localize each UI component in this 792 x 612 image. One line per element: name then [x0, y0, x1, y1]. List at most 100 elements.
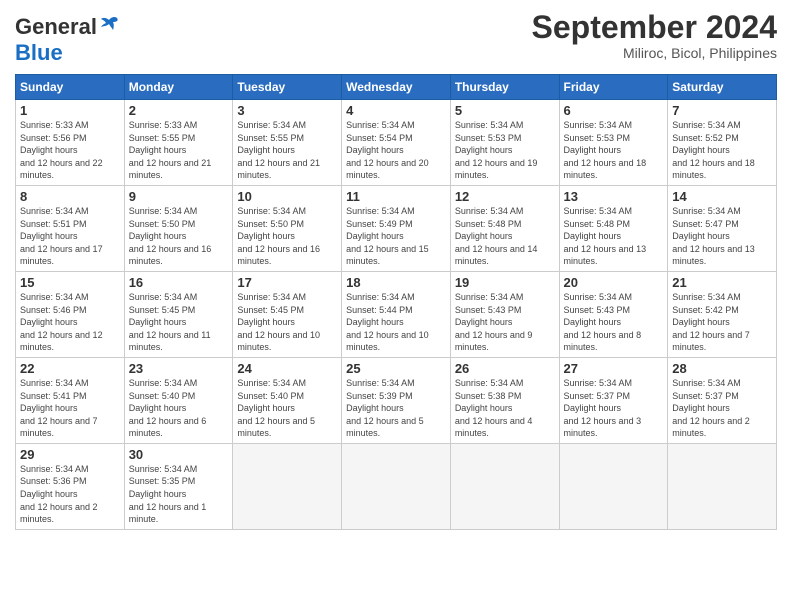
- day-info: Sunrise: 5:34 AMSunset: 5:45 PMDaylight …: [129, 291, 229, 354]
- table-cell: 15Sunrise: 5:34 AMSunset: 5:46 PMDayligh…: [16, 271, 125, 357]
- col-friday: Friday: [559, 75, 668, 100]
- table-cell: 19Sunrise: 5:34 AMSunset: 5:43 PMDayligh…: [450, 271, 559, 357]
- day-info: Sunrise: 5:34 AMSunset: 5:38 PMDaylight …: [455, 377, 555, 440]
- day-number: 30: [129, 447, 229, 462]
- col-tuesday: Tuesday: [233, 75, 342, 100]
- header-row: Sunday Monday Tuesday Wednesday Thursday…: [16, 75, 777, 100]
- table-cell: 27Sunrise: 5:34 AMSunset: 5:37 PMDayligh…: [559, 357, 668, 443]
- table-cell: 6Sunrise: 5:34 AMSunset: 5:53 PMDaylight…: [559, 100, 668, 186]
- logo-blue: Blue: [15, 40, 63, 66]
- col-saturday: Saturday: [668, 75, 777, 100]
- table-cell: 20Sunrise: 5:34 AMSunset: 5:43 PMDayligh…: [559, 271, 668, 357]
- month-title: September 2024: [532, 10, 777, 45]
- day-number: 4: [346, 103, 446, 118]
- day-number: 25: [346, 361, 446, 376]
- day-info: Sunrise: 5:34 AMSunset: 5:53 PMDaylight …: [564, 119, 664, 182]
- table-cell: 28Sunrise: 5:34 AMSunset: 5:37 PMDayligh…: [668, 357, 777, 443]
- day-number: 27: [564, 361, 664, 376]
- table-cell: 18Sunrise: 5:34 AMSunset: 5:44 PMDayligh…: [342, 271, 451, 357]
- day-number: 28: [672, 361, 772, 376]
- day-number: 6: [564, 103, 664, 118]
- logo: General Blue: [15, 14, 121, 66]
- table-cell: 12Sunrise: 5:34 AMSunset: 5:48 PMDayligh…: [450, 185, 559, 271]
- day-info: Sunrise: 5:34 AMSunset: 5:39 PMDaylight …: [346, 377, 446, 440]
- table-cell: 25Sunrise: 5:34 AMSunset: 5:39 PMDayligh…: [342, 357, 451, 443]
- table-cell: 5Sunrise: 5:34 AMSunset: 5:53 PMDaylight…: [450, 100, 559, 186]
- day-number: 10: [237, 189, 337, 204]
- table-cell: 30Sunrise: 5:34 AMSunset: 5:35 PMDayligh…: [124, 443, 233, 529]
- col-wednesday: Wednesday: [342, 75, 451, 100]
- title-block: September 2024 Miliroc, Bicol, Philippin…: [532, 10, 777, 61]
- table-cell: 10Sunrise: 5:34 AMSunset: 5:50 PMDayligh…: [233, 185, 342, 271]
- day-number: 12: [455, 189, 555, 204]
- day-number: 21: [672, 275, 772, 290]
- day-info: Sunrise: 5:34 AMSunset: 5:37 PMDaylight …: [672, 377, 772, 440]
- table-cell: 4Sunrise: 5:34 AMSunset: 5:54 PMDaylight…: [342, 100, 451, 186]
- day-number: 18: [346, 275, 446, 290]
- day-info: Sunrise: 5:34 AMSunset: 5:43 PMDaylight …: [455, 291, 555, 354]
- table-cell: 7Sunrise: 5:34 AMSunset: 5:52 PMDaylight…: [668, 100, 777, 186]
- day-info: Sunrise: 5:34 AMSunset: 5:37 PMDaylight …: [564, 377, 664, 440]
- day-info: Sunrise: 5:34 AMSunset: 5:43 PMDaylight …: [564, 291, 664, 354]
- calendar-week-row: 15Sunrise: 5:34 AMSunset: 5:46 PMDayligh…: [16, 271, 777, 357]
- day-number: 20: [564, 275, 664, 290]
- day-info: Sunrise: 5:34 AMSunset: 5:54 PMDaylight …: [346, 119, 446, 182]
- day-number: 14: [672, 189, 772, 204]
- day-number: 26: [455, 361, 555, 376]
- table-cell: 8Sunrise: 5:34 AMSunset: 5:51 PMDaylight…: [16, 185, 125, 271]
- logo-general: General: [15, 14, 97, 40]
- table-cell: 24Sunrise: 5:34 AMSunset: 5:40 PMDayligh…: [233, 357, 342, 443]
- day-number: 9: [129, 189, 229, 204]
- calendar-week-row: 1Sunrise: 5:33 AMSunset: 5:56 PMDaylight…: [16, 100, 777, 186]
- day-number: 19: [455, 275, 555, 290]
- table-cell: 9Sunrise: 5:34 AMSunset: 5:50 PMDaylight…: [124, 185, 233, 271]
- day-info: Sunrise: 5:34 AMSunset: 5:36 PMDaylight …: [20, 463, 120, 526]
- table-cell: 23Sunrise: 5:34 AMSunset: 5:40 PMDayligh…: [124, 357, 233, 443]
- table-cell: 26Sunrise: 5:34 AMSunset: 5:38 PMDayligh…: [450, 357, 559, 443]
- day-info: Sunrise: 5:34 AMSunset: 5:48 PMDaylight …: [564, 205, 664, 268]
- day-info: Sunrise: 5:34 AMSunset: 5:49 PMDaylight …: [346, 205, 446, 268]
- table-cell: 1Sunrise: 5:33 AMSunset: 5:56 PMDaylight…: [16, 100, 125, 186]
- day-info: Sunrise: 5:34 AMSunset: 5:46 PMDaylight …: [20, 291, 120, 354]
- table-cell: 21Sunrise: 5:34 AMSunset: 5:42 PMDayligh…: [668, 271, 777, 357]
- calendar-table: Sunday Monday Tuesday Wednesday Thursday…: [15, 74, 777, 530]
- day-info: Sunrise: 5:33 AMSunset: 5:55 PMDaylight …: [129, 119, 229, 182]
- day-info: Sunrise: 5:34 AMSunset: 5:41 PMDaylight …: [20, 377, 120, 440]
- table-cell: 22Sunrise: 5:34 AMSunset: 5:41 PMDayligh…: [16, 357, 125, 443]
- day-number: 11: [346, 189, 446, 204]
- day-number: 24: [237, 361, 337, 376]
- header: General Blue September 2024 Miliroc, Bic…: [15, 10, 777, 66]
- day-info: Sunrise: 5:33 AMSunset: 5:56 PMDaylight …: [20, 119, 120, 182]
- day-number: 22: [20, 361, 120, 376]
- day-number: 1: [20, 103, 120, 118]
- day-info: Sunrise: 5:34 AMSunset: 5:44 PMDaylight …: [346, 291, 446, 354]
- table-cell: 17Sunrise: 5:34 AMSunset: 5:45 PMDayligh…: [233, 271, 342, 357]
- day-number: 13: [564, 189, 664, 204]
- day-number: 29: [20, 447, 120, 462]
- day-info: Sunrise: 5:34 AMSunset: 5:35 PMDaylight …: [129, 463, 229, 526]
- day-info: Sunrise: 5:34 AMSunset: 5:55 PMDaylight …: [237, 119, 337, 182]
- day-number: 3: [237, 103, 337, 118]
- col-sunday: Sunday: [16, 75, 125, 100]
- day-info: Sunrise: 5:34 AMSunset: 5:53 PMDaylight …: [455, 119, 555, 182]
- table-cell: 14Sunrise: 5:34 AMSunset: 5:47 PMDayligh…: [668, 185, 777, 271]
- day-info: Sunrise: 5:34 AMSunset: 5:40 PMDaylight …: [129, 377, 229, 440]
- day-number: 15: [20, 275, 120, 290]
- day-info: Sunrise: 5:34 AMSunset: 5:48 PMDaylight …: [455, 205, 555, 268]
- day-info: Sunrise: 5:34 AMSunset: 5:42 PMDaylight …: [672, 291, 772, 354]
- day-info: Sunrise: 5:34 AMSunset: 5:45 PMDaylight …: [237, 291, 337, 354]
- location: Miliroc, Bicol, Philippines: [532, 45, 777, 61]
- day-number: 8: [20, 189, 120, 204]
- table-cell: 3Sunrise: 5:34 AMSunset: 5:55 PMDaylight…: [233, 100, 342, 186]
- day-info: Sunrise: 5:34 AMSunset: 5:50 PMDaylight …: [237, 205, 337, 268]
- day-number: 16: [129, 275, 229, 290]
- calendar-week-row: 22Sunrise: 5:34 AMSunset: 5:41 PMDayligh…: [16, 357, 777, 443]
- table-cell: 11Sunrise: 5:34 AMSunset: 5:49 PMDayligh…: [342, 185, 451, 271]
- page-container: General Blue September 2024 Miliroc, Bic…: [0, 0, 792, 540]
- table-cell: [450, 443, 559, 529]
- table-cell: [668, 443, 777, 529]
- col-thursday: Thursday: [450, 75, 559, 100]
- table-cell: [342, 443, 451, 529]
- calendar-week-row: 8Sunrise: 5:34 AMSunset: 5:51 PMDaylight…: [16, 185, 777, 271]
- day-info: Sunrise: 5:34 AMSunset: 5:47 PMDaylight …: [672, 205, 772, 268]
